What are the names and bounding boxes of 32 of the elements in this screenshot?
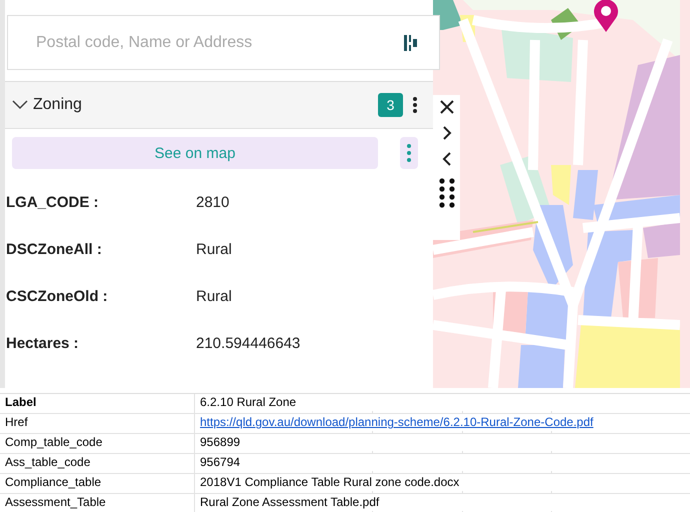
field-value: 210.594446643 bbox=[196, 335, 300, 352]
table-cell: Label bbox=[0, 394, 195, 410]
field-value: Rural bbox=[196, 288, 232, 305]
count-badge: 3 bbox=[378, 93, 403, 117]
table-cell: Comp_table_code bbox=[0, 434, 195, 450]
table-cell: 2018V1 Compliance Table Rural zone code.docx bbox=[200, 475, 460, 490]
field-value: Rural bbox=[196, 241, 232, 258]
link[interactable]: https://qld.gov.au/download/planning-scheme/6.2.10-Rural-Zone-Code.pdf bbox=[200, 415, 594, 430]
more-options-button[interactable] bbox=[400, 137, 418, 169]
table-cell: Compliance_table bbox=[0, 474, 195, 490]
chevron-left-icon[interactable] bbox=[442, 151, 452, 167]
field-label: DSCZoneAll : bbox=[6, 241, 103, 258]
table-cell: Href bbox=[0, 414, 195, 430]
search-field[interactable]: Postal code, Name or Address bbox=[7, 15, 440, 70]
field-value: 2810 bbox=[196, 194, 230, 211]
field-label: LGA_CODE : bbox=[6, 194, 100, 211]
more-options-icon[interactable] bbox=[411, 97, 419, 113]
section-title: Zoning bbox=[33, 96, 83, 114]
table-cell: 956899 bbox=[200, 435, 240, 450]
drag-handle-icon[interactable] bbox=[438, 177, 454, 209]
more-options-icon bbox=[407, 144, 411, 162]
table-cell: Rural Zone Assessment Table.pdf bbox=[200, 495, 380, 510]
table-cell: Assessment_Table bbox=[0, 494, 195, 510]
table-cell: Ass_table_code bbox=[0, 454, 195, 470]
chevron-right-icon[interactable] bbox=[442, 125, 452, 141]
field-label: Hectares : bbox=[6, 335, 80, 352]
field-label: CSCZoneOld : bbox=[6, 288, 109, 305]
close-icon[interactable] bbox=[438, 99, 454, 115]
table-cell: 6.2.10 Rural Zone bbox=[200, 395, 296, 410]
map-pin-icon[interactable] bbox=[593, 0, 619, 32]
table-cell: 956794 bbox=[200, 455, 240, 470]
barcode-scan-icon[interactable] bbox=[404, 34, 418, 52]
